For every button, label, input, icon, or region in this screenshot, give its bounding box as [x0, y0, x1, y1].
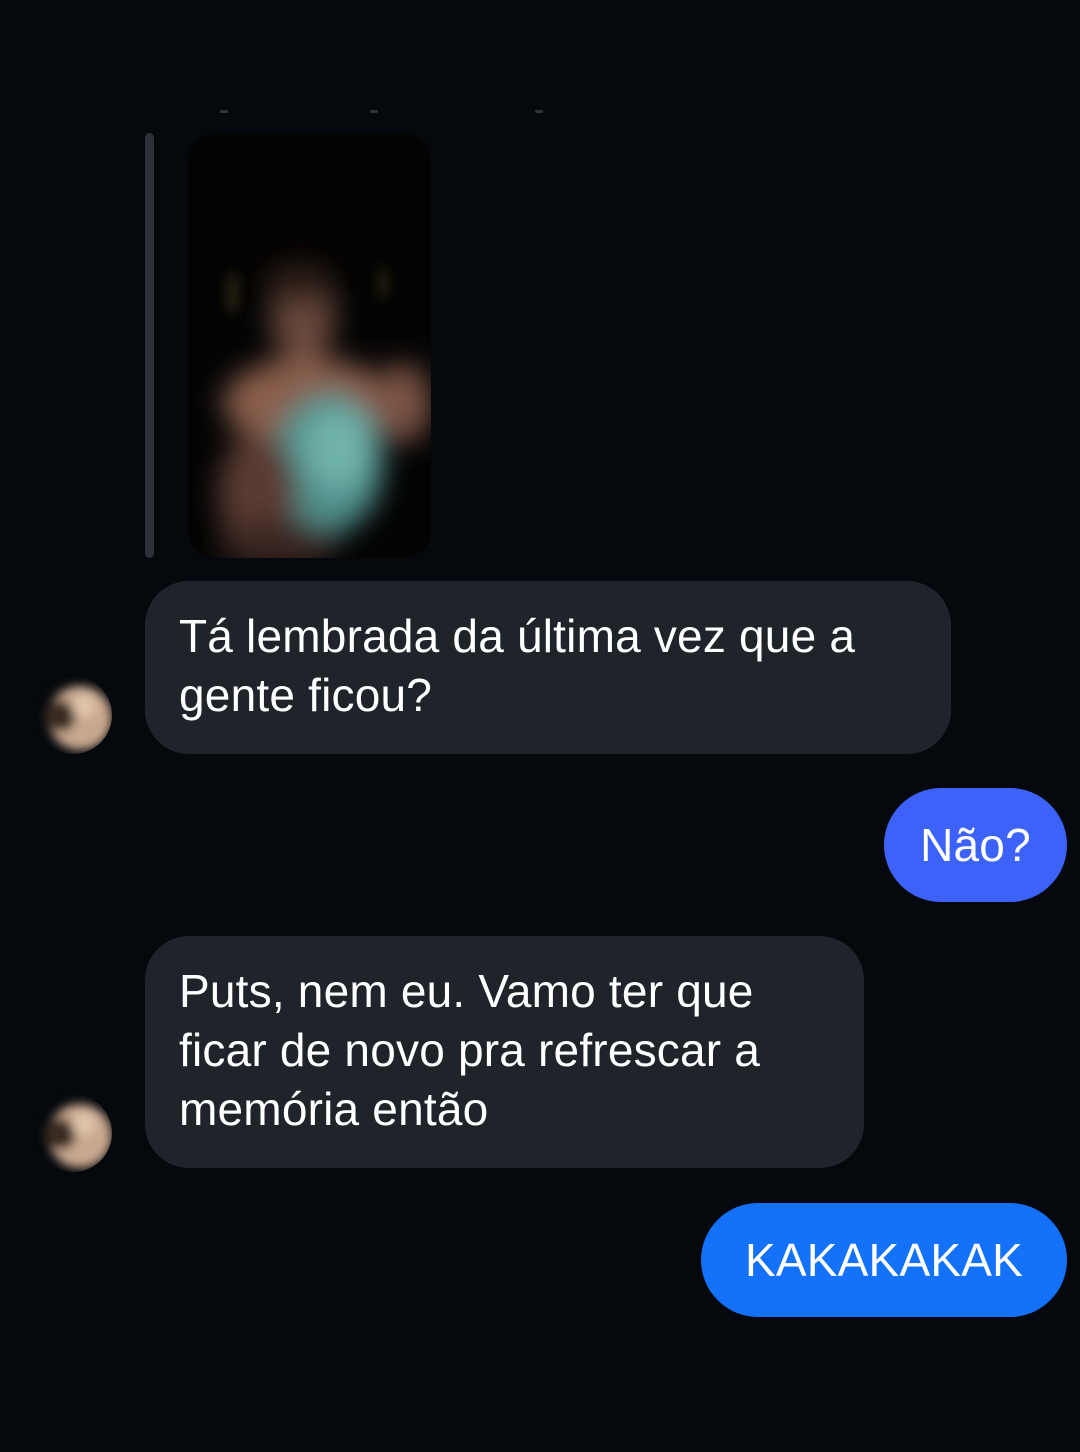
outgoing-message-bubble[interactable]: KAKAKAKAK — [701, 1203, 1067, 1317]
message-text: Não? — [920, 818, 1031, 871]
replied-photo-thumbnail[interactable] — [188, 133, 431, 558]
message-text: Tá lembrada da última vez que a gente fi… — [179, 610, 856, 721]
truncated-header — [180, 100, 580, 120]
incoming-message-bubble[interactable]: Tá lembrada da última vez que a gente fi… — [145, 581, 951, 754]
message-text: Puts, nem eu. Vamo ter que ficar de novo… — [179, 965, 761, 1135]
reply-indicator-bar — [145, 133, 154, 558]
message-text: KAKAKAKAK — [745, 1233, 1023, 1286]
contact-avatar-icon[interactable] — [34, 676, 112, 754]
incoming-message-bubble[interactable]: Puts, nem eu. Vamo ter que ficar de novo… — [145, 936, 864, 1168]
blurred-photo-icon — [188, 133, 431, 558]
outgoing-message-bubble[interactable]: Não? — [884, 788, 1067, 902]
contact-avatar-icon[interactable] — [34, 1094, 112, 1172]
